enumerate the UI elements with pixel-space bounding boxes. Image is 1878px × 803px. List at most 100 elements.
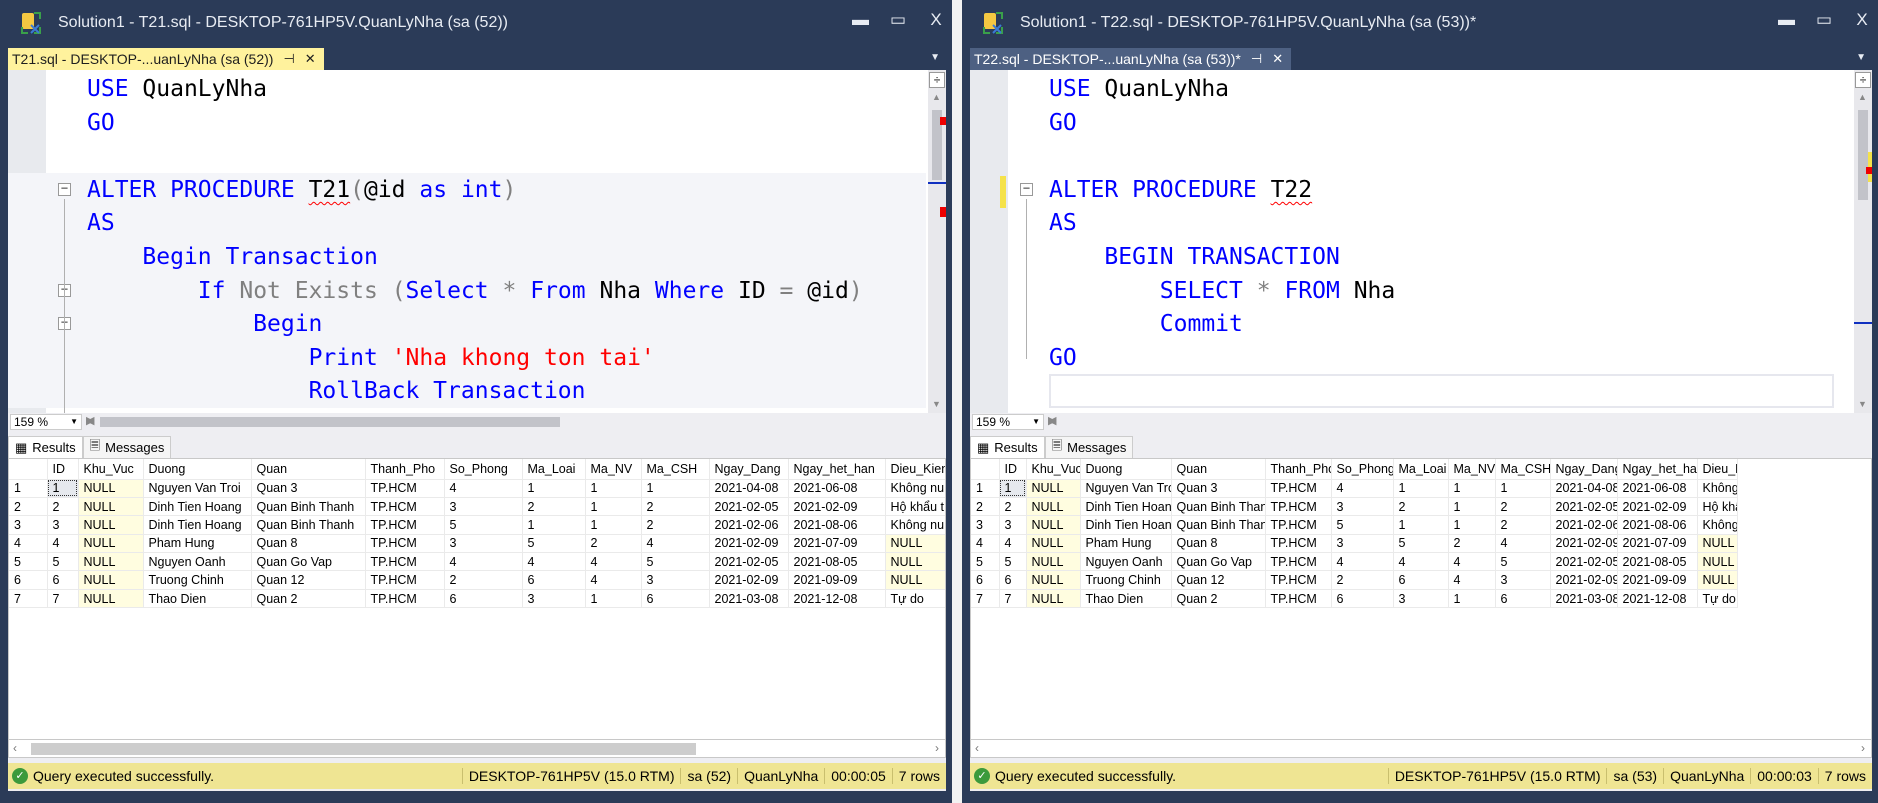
- grid-cell[interactable]: 1: [1393, 515, 1449, 535]
- scroll-thumb[interactable]: [100, 417, 560, 427]
- grid-cell[interactable]: Quan Binh Thanh: [251, 515, 366, 535]
- grid-cell[interactable]: 2021-06-08: [788, 479, 886, 498]
- column-header[interactable]: Ma_Loai: [522, 459, 586, 480]
- column-header[interactable]: [9, 459, 48, 480]
- zoom-dropdown[interactable]: 159 % ▼: [972, 414, 1044, 430]
- grid-cell[interactable]: 6: [1331, 589, 1394, 609]
- grid-cell[interactable]: 2021-02-09: [709, 534, 789, 554]
- sql-editor[interactable]: USE QuanLyNha GO ALTER PROCEDURE T22 AS BEG…: [970, 70, 1872, 413]
- grid-cell[interactable]: NULL: [1026, 589, 1081, 609]
- grid-cell[interactable]: Quan 12: [251, 570, 366, 590]
- row-number[interactable]: 6: [9, 570, 48, 590]
- grid-cell[interactable]: TP.HCM: [365, 589, 445, 609]
- close-tab-icon[interactable]: ✕: [1272, 51, 1283, 67]
- column-header[interactable]: [971, 459, 1000, 480]
- grid-cell[interactable]: NULL: [78, 534, 144, 554]
- row-number[interactable]: 3: [9, 515, 48, 535]
- tab-results[interactable]: ▦ Results: [8, 436, 83, 458]
- grid-cell[interactable]: 7: [47, 589, 79, 609]
- grid-cell[interactable]: Quan 2: [1171, 589, 1266, 609]
- grid-cell[interactable]: Hộ khẩu t: [885, 497, 945, 517]
- grid-cell[interactable]: 4: [47, 534, 79, 554]
- grid-cell[interactable]: TP.HCM: [1265, 552, 1332, 572]
- grid-cell[interactable]: 3: [1331, 534, 1394, 554]
- scroll-up-icon[interactable]: ▲: [932, 92, 941, 102]
- grid-cell[interactable]: 2: [1495, 515, 1551, 535]
- row-number[interactable]: 1: [971, 479, 1000, 498]
- grid-cell[interactable]: 2: [444, 570, 523, 590]
- grid-cell[interactable]: Nguyen Oanh: [143, 552, 252, 572]
- grid-cell[interactable]: 2021-02-05: [1550, 497, 1618, 517]
- grid-cell[interactable]: 6: [444, 589, 523, 609]
- grid-cell[interactable]: 2: [1495, 497, 1551, 517]
- table-row[interactable]: 2 2 NULL Dinh Tien Hoang Quan Binh Thanh TP.H…: [9, 497, 945, 517]
- grid-cell[interactable]: NULL: [885, 570, 945, 590]
- table-row[interactable]: 5 5 NULL Nguyen Oanh Quan Go Vap TP.HCM 4 4 4 5 20…: [9, 552, 945, 572]
- row-number[interactable]: 6: [971, 570, 1000, 590]
- grid-cell[interactable]: Truong Chinh: [143, 570, 252, 590]
- grid-cell[interactable]: Dinh Tien Hoang: [1080, 515, 1172, 535]
- grid-cell[interactable]: 2021-09-09: [1617, 570, 1698, 590]
- column-header[interactable]: Ngay_het_han: [1617, 459, 1698, 480]
- grid-cell[interactable]: NULL: [1697, 552, 1738, 572]
- grid-cell[interactable]: 5: [1495, 552, 1551, 572]
- grid-cell[interactable]: 3: [999, 515, 1027, 535]
- grid-cell[interactable]: 4: [585, 552, 642, 572]
- grid-cell[interactable]: NULL: [885, 534, 945, 554]
- grid-cell[interactable]: TP.HCM: [1265, 534, 1332, 554]
- grid-cell[interactable]: 5: [1393, 534, 1449, 554]
- grid-cell[interactable]: NULL: [78, 479, 144, 498]
- grid-cell[interactable]: TP.HCM: [1265, 570, 1332, 590]
- grid-cell[interactable]: Dinh Tien Hoang: [1080, 497, 1172, 517]
- grid-cell[interactable]: Dinh Tien Hoang: [143, 515, 252, 535]
- grid-cell[interactable]: Pham Hung: [143, 534, 252, 554]
- grid-cell[interactable]: Quan Go Vap: [251, 552, 366, 572]
- grid-cell[interactable]: 2: [999, 497, 1027, 517]
- grid-cell[interactable]: 5: [999, 552, 1027, 572]
- grid-cell[interactable]: Quan Go Vap: [1171, 552, 1266, 572]
- grid-cell[interactable]: Quan Binh Thanh: [1171, 515, 1266, 535]
- grid-cell[interactable]: TP.HCM: [365, 515, 445, 535]
- row-number[interactable]: 7: [9, 589, 48, 609]
- grid-cell[interactable]: Thao Dien: [1080, 589, 1172, 609]
- grid-cell[interactable]: Quan Binh Thanh: [251, 497, 366, 517]
- grid-cell[interactable]: 4: [1393, 552, 1449, 572]
- table-row[interactable]: 6 6 NULL Truong Chinh Quan 12 TP.HCM 2 6 4 3 2021-…: [9, 570, 945, 590]
- table-row[interactable]: 4 4 NULL Pham Hung Quan 8 TP.HCM 3 5 2 4 2021-02-0…: [971, 534, 1738, 554]
- grid-cell[interactable]: 1: [522, 515, 586, 535]
- grid-cell[interactable]: 6: [47, 570, 79, 590]
- grid-cell[interactable]: NULL: [1697, 570, 1738, 590]
- column-header[interactable]: Khu_Vuc: [1026, 459, 1081, 480]
- title-bar[interactable]: Solution1 - T22.sql - DESKTOP-761HP5V.Qu…: [962, 0, 1878, 46]
- scroll-down-icon[interactable]: ▼: [1858, 399, 1867, 409]
- grid-cell[interactable]: NULL: [78, 552, 144, 572]
- grid-cell[interactable]: 2: [585, 534, 642, 554]
- editor-horizontal-scrollbar[interactable]: ◀ ▶: [86, 415, 924, 428]
- grid-cell[interactable]: 2: [641, 515, 710, 535]
- grid-cell[interactable]: NULL: [78, 497, 144, 517]
- grid-cell[interactable]: 2: [1331, 570, 1394, 590]
- pin-icon[interactable]: ⊣: [1251, 51, 1262, 67]
- split-window-icon[interactable]: ÷: [929, 72, 945, 88]
- tab-results[interactable]: ▦ Results: [970, 436, 1045, 458]
- column-header[interactable]: ID: [47, 459, 79, 480]
- maximize-button[interactable]: ▭: [890, 10, 906, 30]
- grid-cell[interactable]: Quan 12: [1171, 570, 1266, 590]
- column-header[interactable]: Thanh_Pho: [365, 459, 445, 480]
- grid-cell[interactable]: Hộ khẩu t: [1697, 497, 1738, 517]
- column-header[interactable]: Ma_CSH: [641, 459, 710, 480]
- grid-cell[interactable]: NULL: [78, 589, 144, 609]
- grid-cell[interactable]: 4: [999, 534, 1027, 554]
- column-header[interactable]: Duong: [1080, 459, 1172, 480]
- scroll-thumb[interactable]: [1858, 110, 1868, 200]
- grid-cell[interactable]: Quan 8: [251, 534, 366, 554]
- grid-cell[interactable]: 4: [444, 479, 523, 498]
- grid-cell[interactable]: NULL: [885, 552, 945, 572]
- grid-cell[interactable]: 2021-04-08: [709, 479, 789, 498]
- row-number[interactable]: 3: [971, 515, 1000, 535]
- grid-cell[interactable]: 1: [522, 479, 586, 498]
- grid-cell[interactable]: 4: [522, 552, 586, 572]
- grid-cell[interactable]: 1: [1448, 515, 1496, 535]
- grid-cell[interactable]: NULL: [1026, 534, 1081, 554]
- grid-cell[interactable]: 5: [522, 534, 586, 554]
